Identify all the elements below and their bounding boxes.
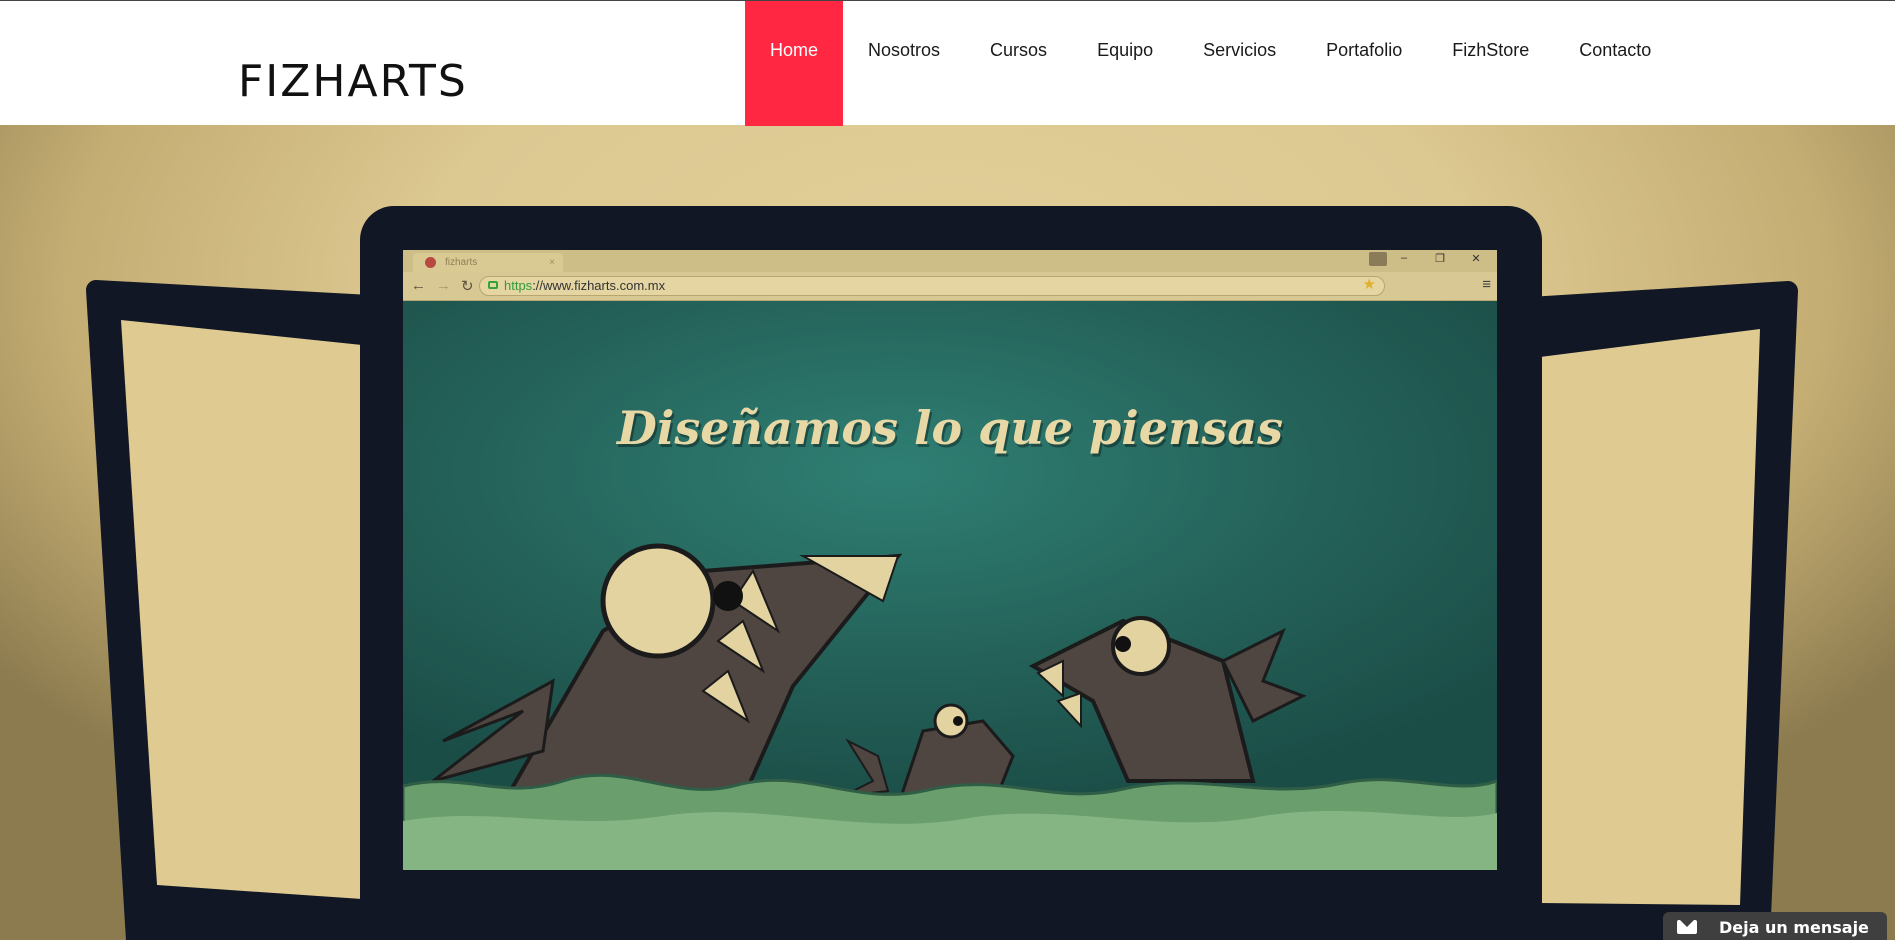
nav-item-contacto[interactable]: Contacto bbox=[1554, 1, 1676, 126]
nav-item-label: Portafolio bbox=[1326, 40, 1403, 60]
back-arrow-icon: ← bbox=[411, 277, 426, 294]
browser-tab: fizharts × bbox=[413, 253, 563, 272]
browser-menu-icon: ≡ bbox=[1482, 276, 1491, 293]
nav-item-servicios[interactable]: Servicios bbox=[1178, 1, 1301, 126]
user-icon bbox=[1369, 252, 1387, 266]
leave-message-widget[interactable]: Deja un mensaje bbox=[1663, 912, 1887, 940]
nav-item-label: Cursos bbox=[990, 40, 1048, 60]
nav-item-label: FizhStore bbox=[1452, 40, 1530, 60]
envelope-icon bbox=[1677, 920, 1697, 934]
window-controls: – ❐ ✕ bbox=[1393, 252, 1487, 265]
laptop-illustration: fizharts × – ❐ ✕ ← → ↻ https://www.fizha… bbox=[360, 206, 1542, 940]
reload-icon: ↻ bbox=[461, 278, 474, 295]
nav-item-label: Servicios bbox=[1203, 40, 1277, 60]
favicon-icon bbox=[425, 257, 436, 268]
leave-message-label: Deja un mensaje bbox=[1719, 918, 1869, 937]
forward-arrow-icon: → bbox=[436, 277, 451, 294]
piranha-illustration bbox=[403, 543, 1497, 870]
medium-fish-illustration bbox=[1028, 616, 1307, 783]
nav-item-nosotros[interactable]: Nosotros bbox=[843, 1, 965, 126]
nav-item-cursos[interactable]: Cursos bbox=[965, 1, 1072, 126]
nav-item-home[interactable]: Home bbox=[745, 1, 844, 126]
nav-item-equipo[interactable]: Equipo bbox=[1072, 1, 1178, 126]
big-fish-illustration bbox=[432, 543, 903, 823]
browser-tab-title: fizharts bbox=[445, 257, 478, 268]
main-nav: Home Nosotros Cursos Equipo Servicios Po… bbox=[745, 1, 1676, 126]
nav-item-label: Contacto bbox=[1579, 40, 1652, 60]
nav-item-label: Equipo bbox=[1097, 40, 1154, 60]
browser-tab-bar: fizharts × – ❐ ✕ bbox=[403, 250, 1497, 272]
bookmark-star-icon: ★ bbox=[1362, 276, 1376, 293]
site-header: FIZHARTS Home Nosotros Cursos Equipo Ser… bbox=[0, 0, 1895, 126]
url-host: ://www.fizharts.com.mx bbox=[532, 278, 666, 293]
laptop-screen: fizharts × – ❐ ✕ ← → ↻ https://www.fizha… bbox=[403, 250, 1497, 870]
hero-banner: fizharts × – ❐ ✕ ← → ↻ https://www.fizha… bbox=[0, 125, 1895, 940]
address-bar: https://www.fizharts.com.mx ★ bbox=[479, 276, 1385, 296]
restore-icon: ❐ bbox=[1435, 253, 1445, 265]
minimize-icon: – bbox=[1400, 252, 1408, 264]
browser-page-illustration: Diseñamos lo que piensas bbox=[403, 301, 1497, 870]
url-scheme: https bbox=[504, 278, 533, 293]
nav-item-label: Home bbox=[770, 40, 819, 60]
nav-item-fizhstore[interactable]: FizhStore bbox=[1427, 1, 1554, 126]
browser-nav-buttons: ← → ↻ bbox=[411, 277, 474, 295]
nav-item-portafolio[interactable]: Portafolio bbox=[1301, 1, 1427, 126]
nav-item-label: Nosotros bbox=[868, 40, 941, 60]
lock-icon bbox=[488, 281, 498, 289]
site-logo[interactable]: FIZHARTS bbox=[238, 57, 468, 107]
address-url: https://www.fizharts.com.mx bbox=[504, 277, 665, 295]
browser-toolbar: ← → ↻ https://www.fizharts.com.mx ★ ≡ bbox=[403, 272, 1497, 301]
close-icon: ✕ bbox=[1471, 253, 1481, 265]
hero-tagline: Diseñamos lo que piensas bbox=[616, 401, 1284, 455]
tab-close-icon: × bbox=[549, 257, 555, 268]
